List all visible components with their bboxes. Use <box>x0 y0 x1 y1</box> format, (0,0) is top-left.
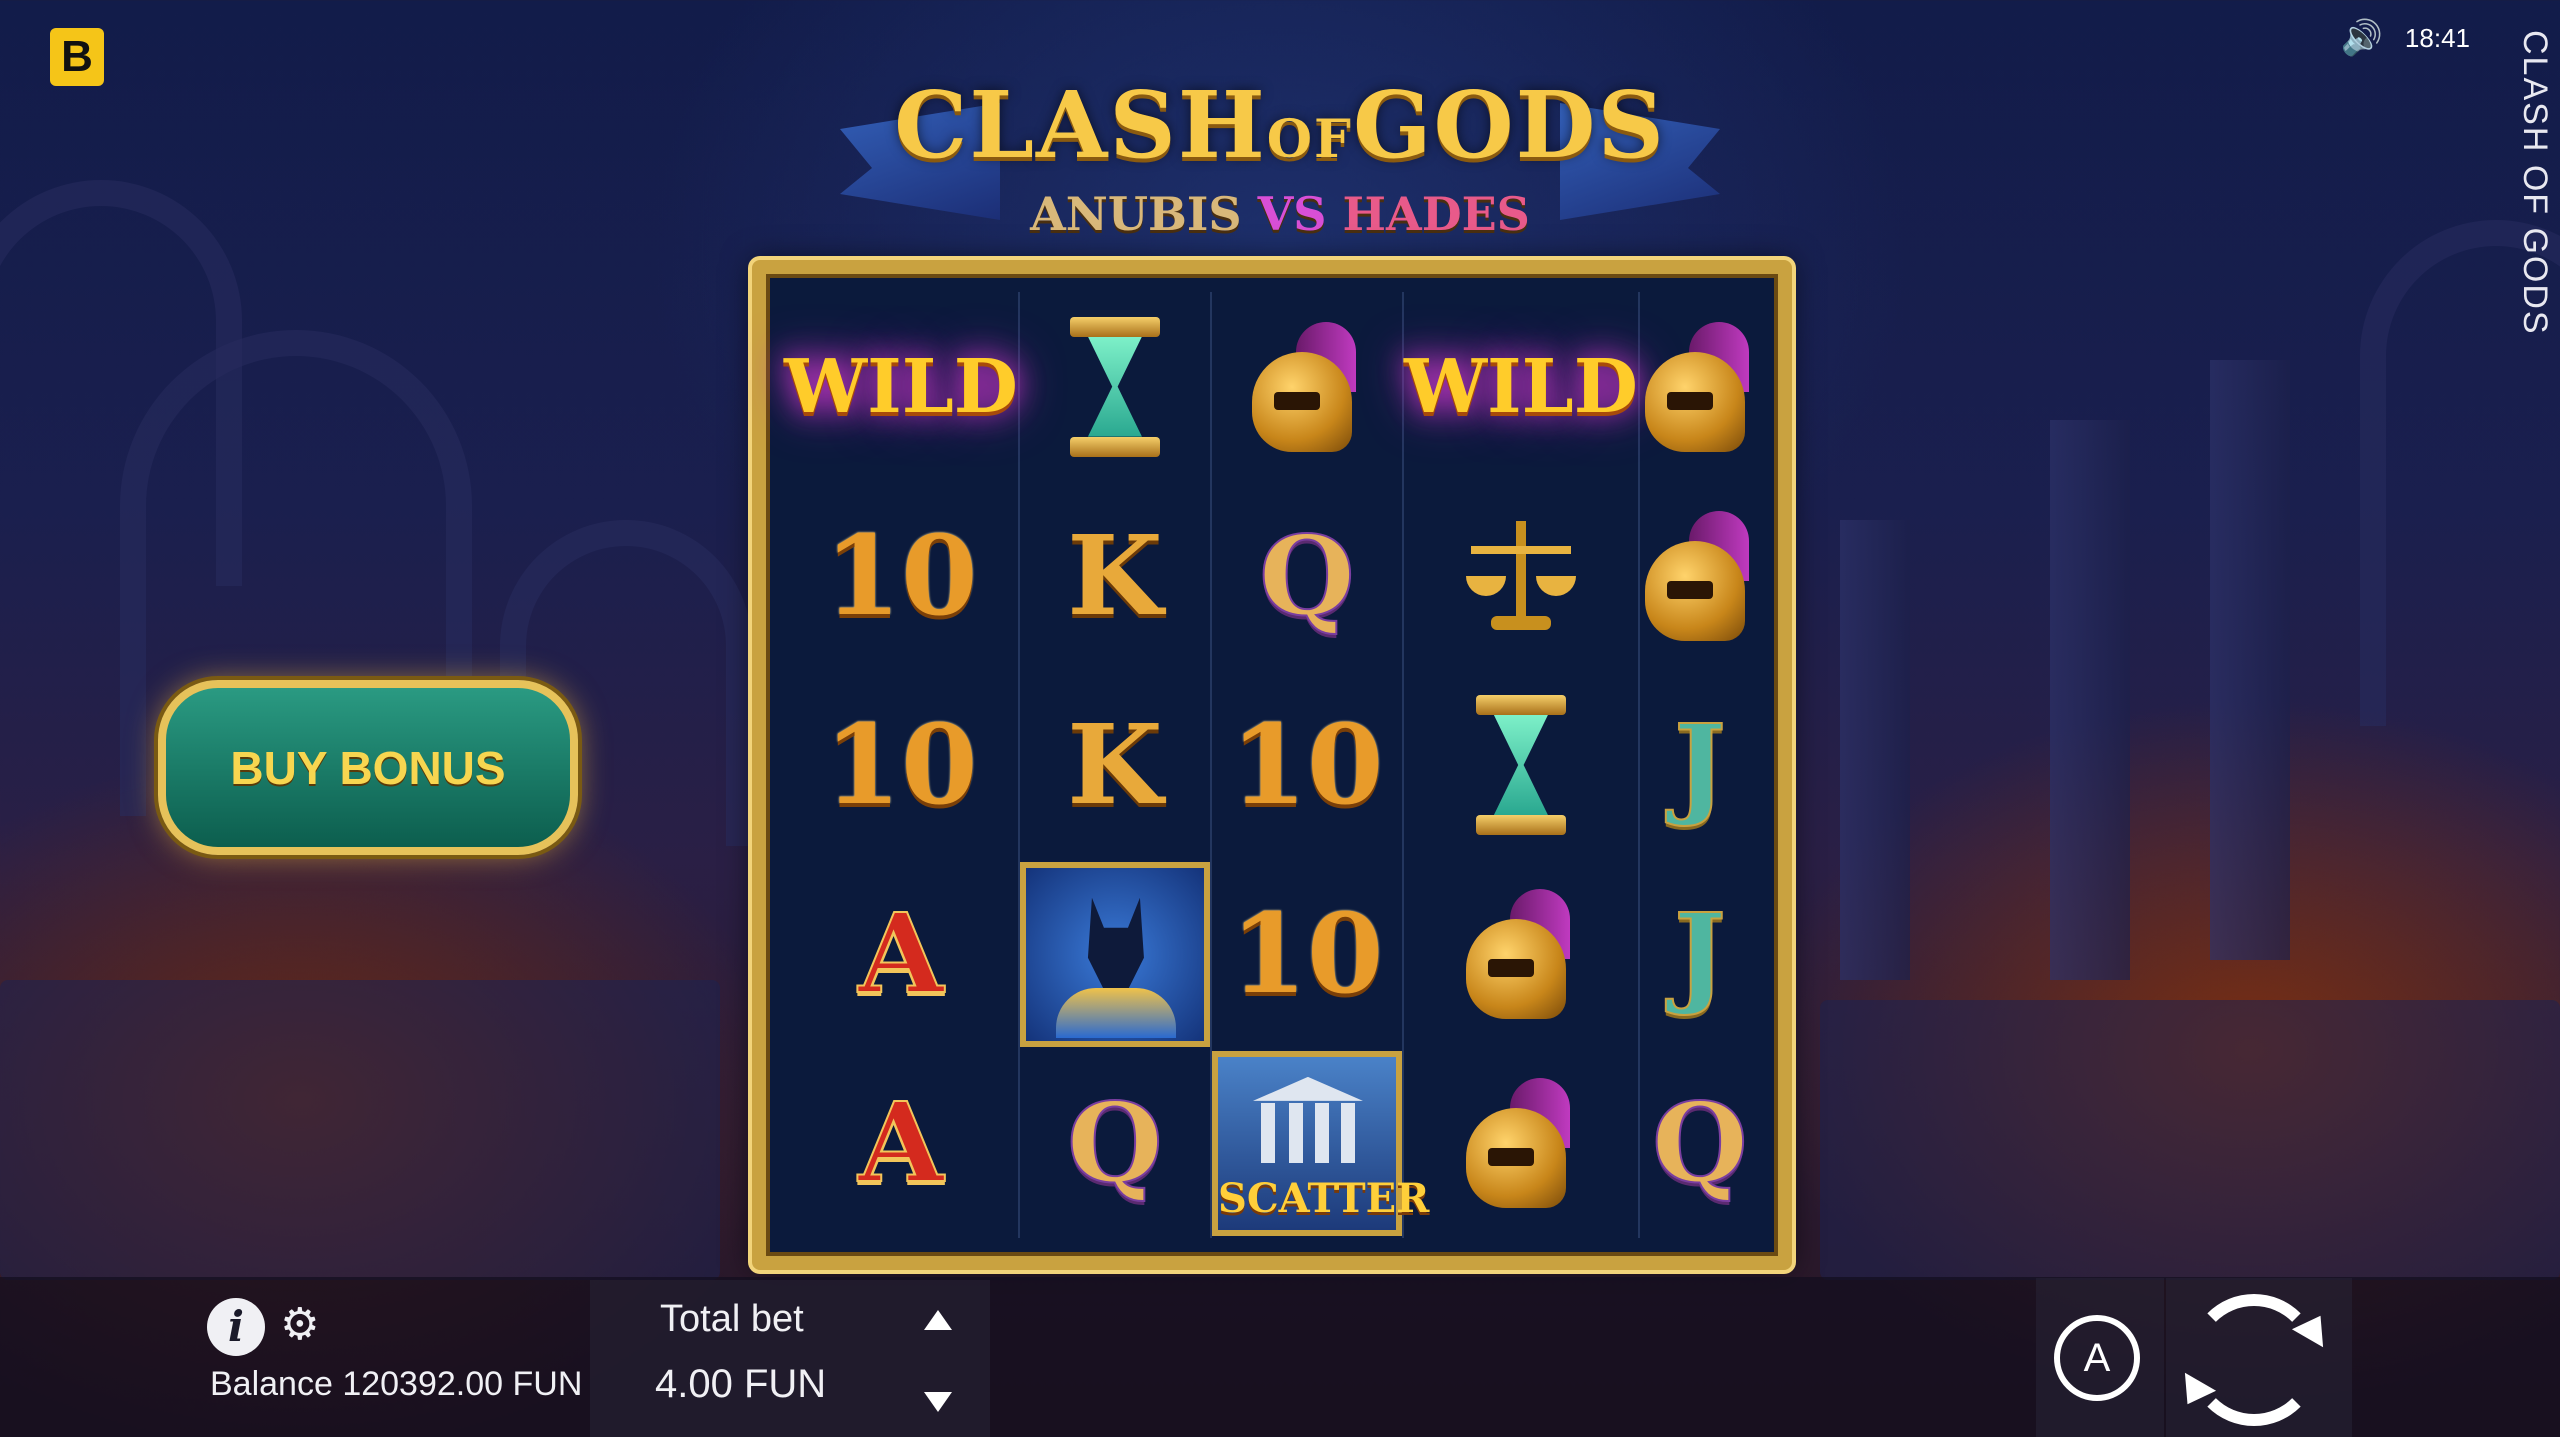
clock-time: 18:41 <box>2404 22 2470 53</box>
reel-cell <box>1212 292 1404 482</box>
wild-symbol: WILD <box>1403 343 1638 430</box>
ten-symbol: 10 <box>824 510 978 640</box>
total-bet-display: 4.00 FUN <box>655 1362 826 1407</box>
reel-cell <box>1404 859 1640 1049</box>
buy-bonus-button[interactable]: BUY BONUS <box>158 680 578 855</box>
speaker-icon[interactable]: 🔊 <box>2341 18 2383 58</box>
queen-symbol: Q <box>1258 510 1356 640</box>
ten-symbol: 10 <box>1230 889 1384 1019</box>
title-word-gods: GODS <box>1352 71 1666 179</box>
reel-grid: WILD WILD 10 K Q 10 K 10 J A 10 J A Q SC… <box>784 292 1760 1238</box>
background-rubble <box>1820 1000 2560 1280</box>
jack-symbol: J <box>1673 889 1727 1019</box>
title-word-clash: CLASH <box>894 71 1267 179</box>
helmet-icon <box>1465 1078 1576 1209</box>
reel-cell: 10 <box>1212 859 1404 1049</box>
king-symbol: K <box>1067 699 1163 829</box>
scatter-symbol: SCATTER <box>1211 1050 1430 1236</box>
reel-cell: SCATTER <box>1211 1048 1430 1238</box>
hourglass-icon <box>1475 694 1566 835</box>
balance-label: Balance <box>210 1365 333 1403</box>
background-ruin-column <box>2210 360 2290 960</box>
bet-decrease-arrow-icon[interactable] <box>924 1392 952 1412</box>
helmet-icon <box>1644 510 1755 641</box>
status-bar: 🔊 18:41 <box>2341 18 2470 58</box>
total-bet-value: 4.00 <box>655 1362 733 1406</box>
reel-cell: Q <box>1640 1049 1760 1238</box>
reel-cell: K <box>1020 481 1212 671</box>
gear-icon[interactable]: ⚙ <box>280 1300 319 1350</box>
reel-cell: K <box>1020 670 1212 860</box>
reel-cell: 10 <box>784 670 1020 860</box>
background-ruin-arch <box>0 180 242 586</box>
balance-display: Balance 120392.00 FUN <box>210 1365 582 1404</box>
reel-cell: 10 <box>1212 670 1404 860</box>
reel-cell: A <box>784 859 1020 1049</box>
title-main: CLASHOFGODS <box>840 70 1720 195</box>
helmet-icon <box>1644 321 1755 452</box>
anubis-icon <box>1019 861 1210 1047</box>
subtitle-hades: HADES <box>1342 187 1530 241</box>
brand-logo: B <box>50 28 104 86</box>
reel-cell <box>1404 670 1640 860</box>
background-rubble <box>0 980 720 1280</box>
reel-cell: Q <box>1020 1048 1212 1238</box>
reel-cell: A <box>784 1048 1020 1238</box>
helmet-icon <box>1251 321 1362 452</box>
side-game-title: CLASH OF GODS <box>2516 30 2554 336</box>
jack-symbol: J <box>1673 699 1727 829</box>
reel-cell: J <box>1640 860 1760 1049</box>
ace-symbol: A <box>857 889 944 1019</box>
reel-cell: J <box>1640 670 1760 859</box>
ace-symbol: A <box>857 1078 944 1208</box>
wild-symbol: WILD <box>784 343 1018 430</box>
scales-icon <box>1465 516 1576 636</box>
reel-cell <box>1640 292 1760 481</box>
balance-currency: FUN <box>512 1365 583 1403</box>
spin-button[interactable] <box>2188 1294 2320 1426</box>
reel-cell <box>1404 481 1640 671</box>
reel-cell: WILD <box>784 292 1020 482</box>
ten-symbol: 10 <box>824 699 978 829</box>
hourglass-icon <box>1069 316 1160 457</box>
subtitle-anubis: ANUBIS <box>1030 187 1242 241</box>
total-bet-currency: FUN <box>743 1362 827 1406</box>
reel-cell: WILD <box>1403 292 1640 482</box>
info-icon[interactable]: i <box>207 1298 265 1356</box>
background-ruin-column <box>2050 420 2130 980</box>
ten-symbol: 10 <box>1230 699 1384 829</box>
temple-icon <box>1252 1076 1363 1167</box>
reel-cell: Q <box>1212 481 1404 671</box>
reel-cell <box>1640 481 1760 670</box>
queen-symbol: Q <box>1066 1078 1164 1208</box>
reel-cell <box>1019 859 1212 1049</box>
total-bet-label: Total bet <box>660 1298 804 1340</box>
autoplay-button[interactable]: A <box>2054 1315 2140 1401</box>
reel-cell <box>1404 1048 1640 1238</box>
title-word-of: OF <box>1266 109 1353 170</box>
scatter-label: SCATTER <box>1217 1174 1430 1222</box>
game-title-logo: CLASHOFGODS ANUBIS VS HADES <box>840 70 1720 270</box>
reel-frame: WILD WILD 10 K Q 10 K 10 J A 10 J A Q SC… <box>752 260 1792 1270</box>
reel-cell <box>1020 292 1212 482</box>
reel-cell: 10 <box>784 481 1020 671</box>
background-ruin-column <box>1840 520 1910 980</box>
king-symbol: K <box>1067 510 1163 640</box>
queen-symbol: Q <box>1651 1078 1749 1208</box>
bet-increase-arrow-icon[interactable] <box>924 1310 952 1330</box>
helmet-icon <box>1465 889 1576 1020</box>
balance-value: 120392.00 <box>342 1365 504 1403</box>
subtitle-vs: VS <box>1257 187 1327 241</box>
